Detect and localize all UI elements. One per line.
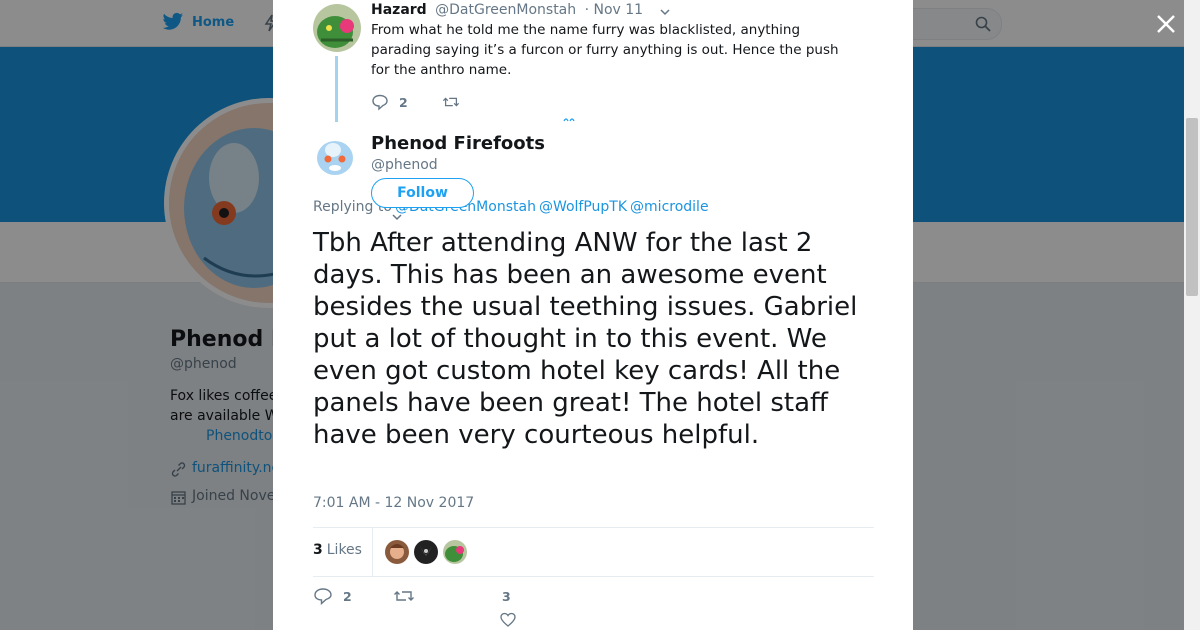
reply-count: 2 [399, 94, 408, 110]
like-count: 3 [502, 589, 511, 604]
user-avatar-image [414, 540, 438, 564]
main-tweet-actions: 2 3 [313, 587, 713, 627]
thread-connector-line [335, 56, 338, 122]
tweet-timestamp[interactable]: 7:01 AM - 12 Nov 2017 [313, 495, 474, 511]
fox-avatar-image [313, 132, 361, 180]
liker-avatar[interactable] [385, 540, 409, 564]
more-dots-icon [563, 118, 575, 122]
close-icon[interactable] [1154, 12, 1178, 36]
tweet-stats: 3 Likes [313, 527, 874, 577]
main-author-handle[interactable]: @phenod [371, 157, 438, 173]
tweet-modal: Hazard @DatGreenMonstah · Nov 11 From wh… [273, 0, 913, 630]
main-author-avatar[interactable] [313, 132, 361, 180]
reply-count: 2 [343, 589, 352, 604]
user-avatar-image [443, 540, 467, 564]
dragon-avatar-image [313, 4, 361, 52]
reply-icon[interactable] [371, 93, 389, 111]
mention-link[interactable]: @microdile [630, 199, 709, 215]
reply-tweet-actions: 2 [371, 93, 460, 111]
mention-link[interactable]: @WolfPupTK [539, 199, 627, 215]
reply-icon[interactable] [313, 587, 333, 605]
main-tweet-text: Tbh After attending ANW for the last 2 d… [313, 228, 858, 450]
likes-stat[interactable]: 3 Likes [313, 528, 373, 576]
likes-count: 3 [313, 542, 323, 558]
reply-tweet-text: From what he told me the name furry was … [371, 22, 839, 78]
reply-tweet-header: Hazard @DatGreenMonstah · Nov 11 [371, 2, 643, 18]
heart-icon[interactable] [500, 612, 516, 628]
reply-author-name[interactable]: Hazard [371, 2, 427, 18]
reply-author-handle[interactable]: @DatGreenMonstah [435, 2, 576, 18]
retweet-icon[interactable] [393, 587, 415, 605]
reply-timestamp[interactable]: · Nov 11 [585, 2, 644, 18]
liker-avatar[interactable] [443, 540, 467, 564]
replying-to-line: Replying to @DatGreenMonstah @WolfPupTK @mi… [313, 199, 709, 215]
user-avatar-image [385, 540, 409, 564]
scrollbar-track[interactable] [1184, 0, 1200, 630]
likes-label: Likes [326, 542, 362, 558]
retweet-icon[interactable] [442, 93, 460, 111]
main-author-name[interactable]: Phenod Firefoots [371, 133, 545, 154]
follow-button[interactable]: Follow [371, 178, 474, 208]
scrollbar-thumb[interactable] [1186, 118, 1198, 296]
chevron-down-icon[interactable] [391, 212, 403, 222]
reply-author-avatar[interactable] [313, 4, 361, 52]
chevron-down-icon[interactable] [659, 6, 671, 18]
liker-avatar[interactable] [414, 540, 438, 564]
